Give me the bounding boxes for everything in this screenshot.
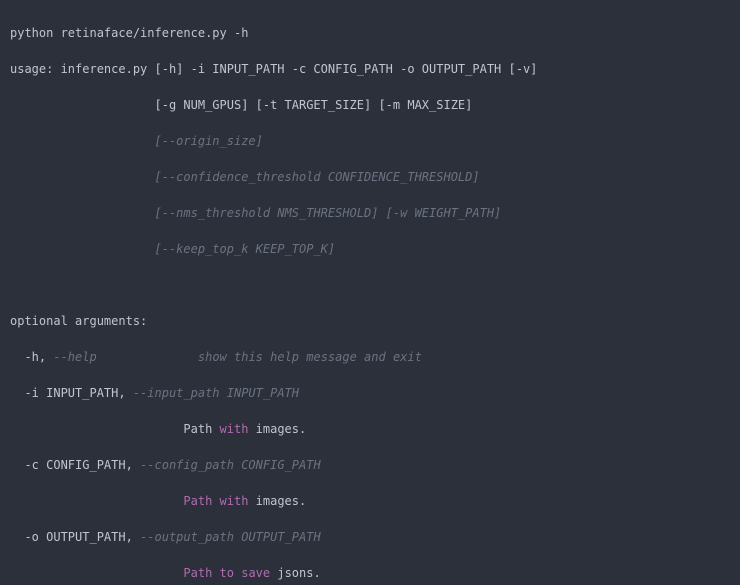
arg-desc-post: images. bbox=[248, 494, 306, 508]
arg-help: -h, --help show this help message and ex… bbox=[10, 348, 730, 366]
keyword-with: with bbox=[220, 494, 249, 508]
keyword-path: Path bbox=[10, 566, 212, 580]
arg-long: --config_path CONFIG_PATH bbox=[140, 458, 321, 472]
spacer bbox=[97, 350, 198, 364]
arg-flag: -o OUTPUT_PATH, bbox=[10, 530, 140, 544]
arg-desc: show this help message and exit bbox=[198, 350, 422, 364]
arg-flag: -c CONFIG_PATH, bbox=[10, 458, 140, 472]
command-line: python retinaface/inference.py -h bbox=[10, 24, 730, 42]
usage-line-3: [--origin_size] bbox=[10, 132, 730, 150]
usage-line-2: [-g NUM_GPUS] [-t TARGET_SIZE] [-m MAX_S… bbox=[10, 96, 730, 114]
arg-output-path: -o OUTPUT_PATH, --output_path OUTPUT_PAT… bbox=[10, 528, 730, 546]
keyword-save: save bbox=[241, 566, 270, 580]
arg-long: --help bbox=[53, 350, 96, 364]
arg-input-path: -i INPUT_PATH, --input_path INPUT_PATH bbox=[10, 384, 730, 402]
keyword-with: with bbox=[220, 422, 249, 436]
terminal-output: python retinaface/inference.py -h usage:… bbox=[0, 0, 740, 585]
arg-config-path: -c CONFIG_PATH, --config_path CONFIG_PAT… bbox=[10, 456, 730, 474]
blank-line bbox=[10, 276, 730, 294]
arg-long: --output_path OUTPUT_PATH bbox=[140, 530, 321, 544]
arg-flag: -i INPUT_PATH, bbox=[10, 386, 133, 400]
usage-line-5: [--nms_threshold NMS_THRESHOLD] [-w WEIG… bbox=[10, 204, 730, 222]
usage-line-1: usage: inference.py [-h] -i INPUT_PATH -… bbox=[10, 60, 730, 78]
usage-line-4: [--confidence_threshold CONFIDENCE_THRES… bbox=[10, 168, 730, 186]
space bbox=[212, 566, 219, 580]
arg-input-path-desc: Path with images. bbox=[10, 420, 730, 438]
keyword-path: Path bbox=[10, 494, 212, 508]
arg-flag: -h, bbox=[10, 350, 53, 364]
space bbox=[212, 494, 219, 508]
section-header: optional arguments: bbox=[10, 312, 730, 330]
usage-line-6: [--keep_top_k KEEP_TOP_K] bbox=[10, 240, 730, 258]
arg-long: --input_path INPUT_PATH bbox=[133, 386, 299, 400]
arg-desc-post: images. bbox=[248, 422, 306, 436]
keyword-to: to bbox=[220, 566, 234, 580]
arg-output-path-desc: Path to save jsons. bbox=[10, 564, 730, 582]
arg-config-path-desc: Path with images. bbox=[10, 492, 730, 510]
arg-desc-post: jsons. bbox=[270, 566, 321, 580]
arg-desc-pre: Path bbox=[10, 422, 220, 436]
